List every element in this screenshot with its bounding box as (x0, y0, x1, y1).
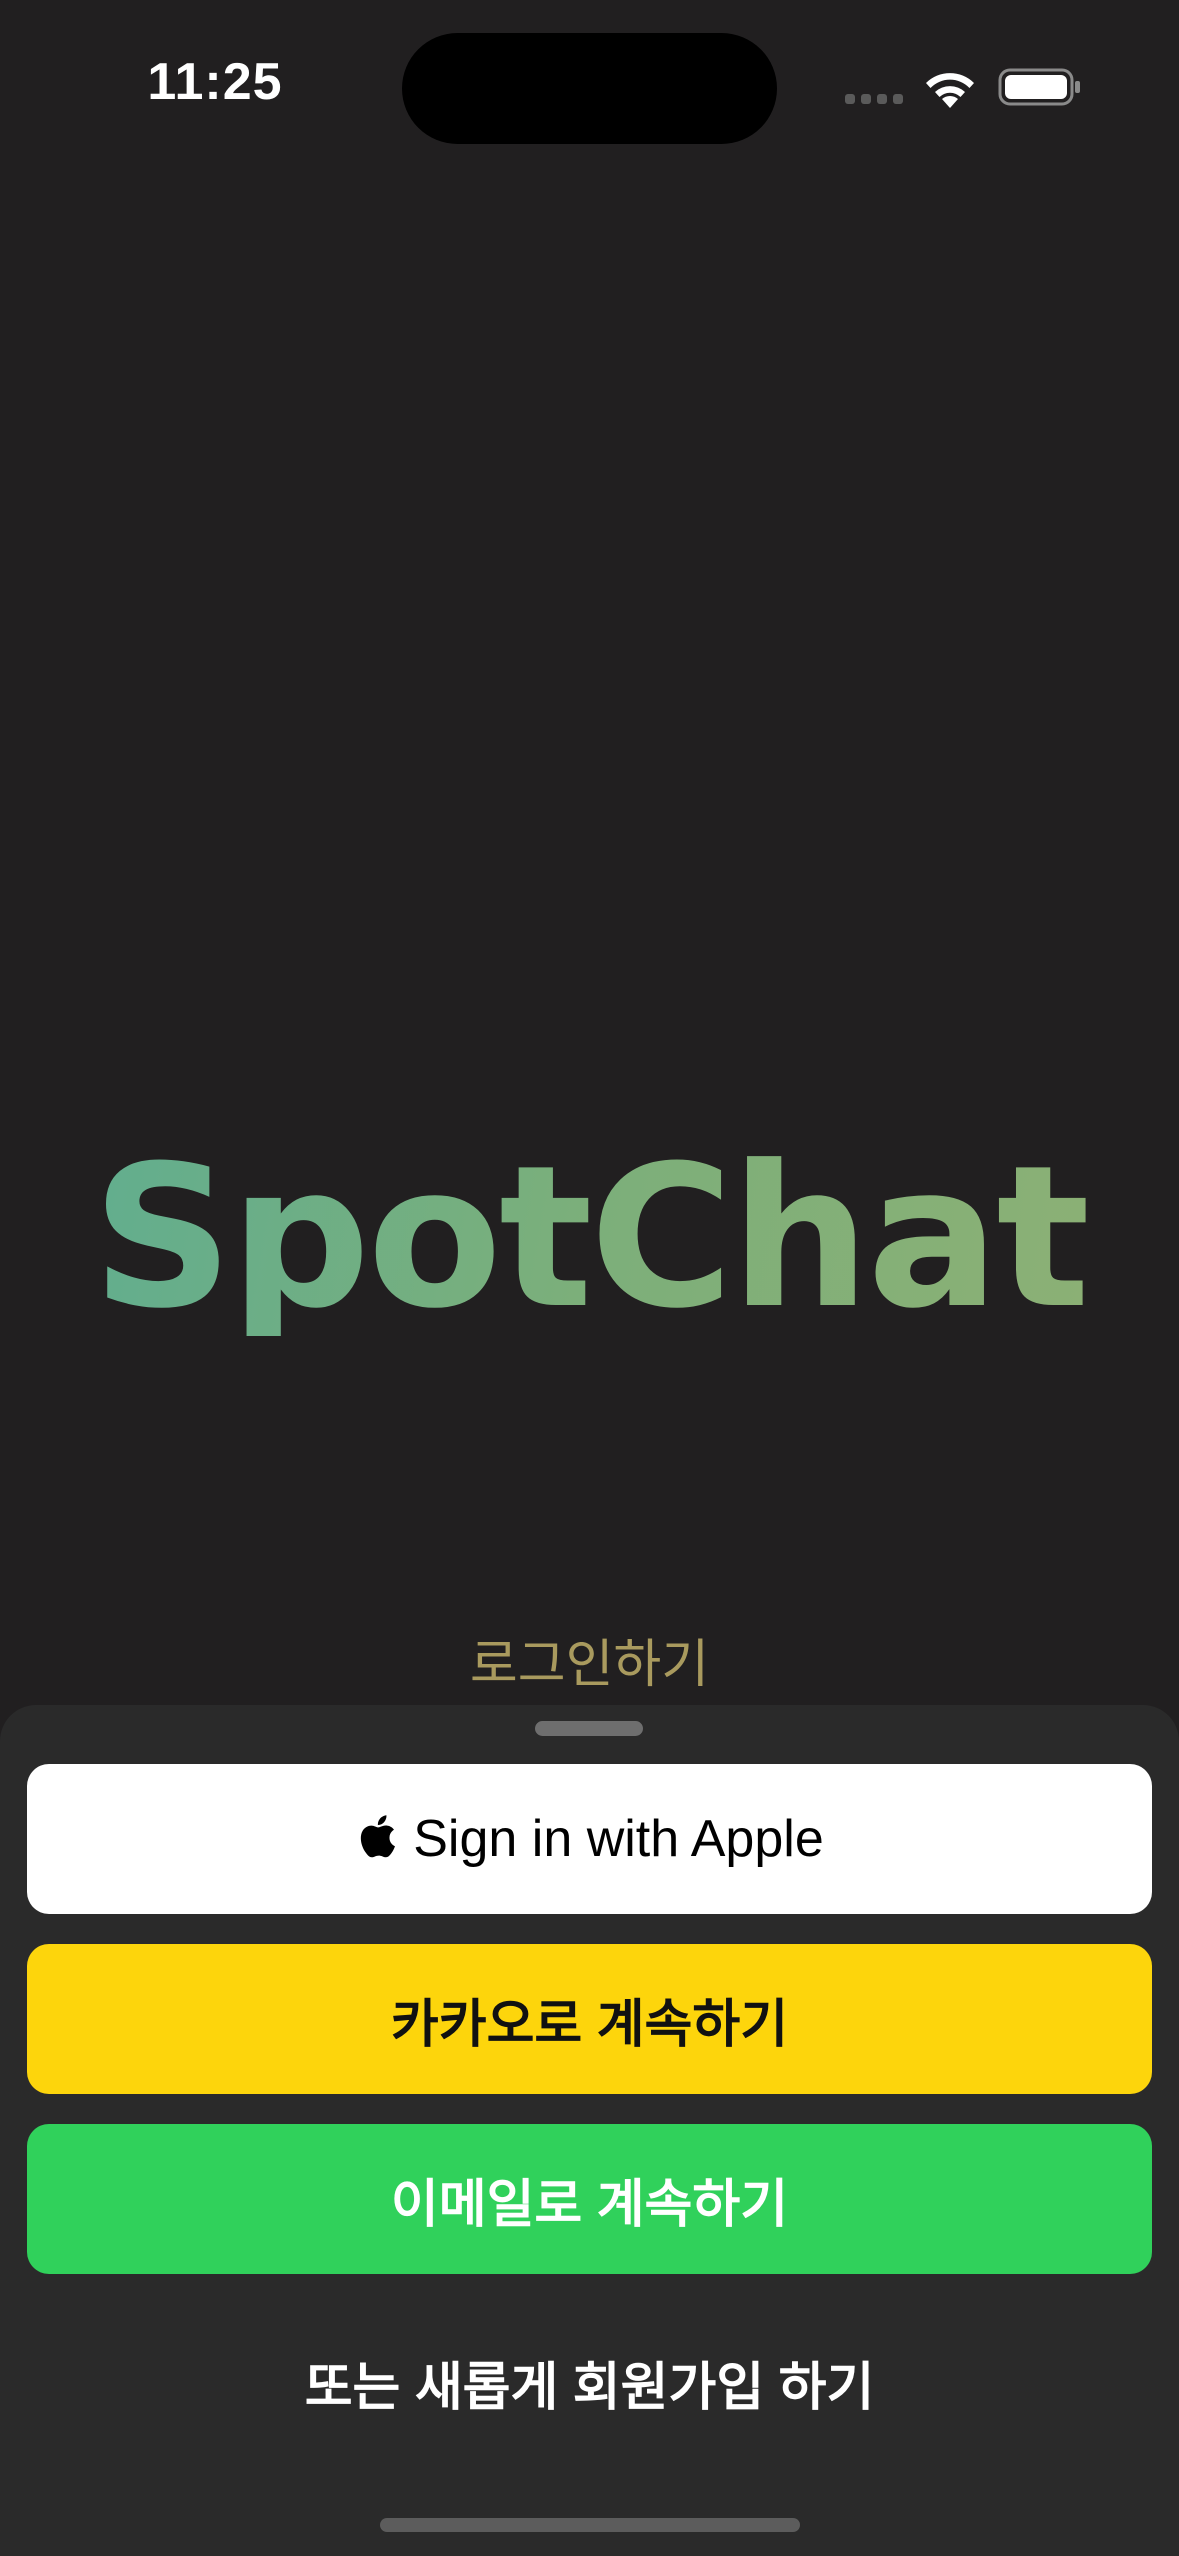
wifi-icon (926, 73, 974, 108)
email-continue-button[interactable]: 이메일로 계속하기 (27, 2124, 1152, 2274)
status-bar: 11:25 (0, 0, 1179, 175)
sheet-grabber[interactable] (535, 1721, 643, 1736)
sign-in-with-apple-button[interactable]: Sign in with Apple (27, 1764, 1152, 1914)
signup-link[interactable]: 또는 새롭게 회원가입 하기 (0, 2345, 1179, 2420)
kakao-button-label: 카카오로 계속하기 (390, 1995, 789, 2054)
battery-icon (998, 68, 1080, 106)
apple-logo-icon (361, 1815, 396, 1858)
email-button-label: 이메일로 계속하기 (390, 2175, 789, 2234)
apple-button-label: Sign in with Apple (413, 1810, 824, 1868)
login-title: 로그인하기 (469, 1636, 710, 1694)
dynamic-island (402, 33, 777, 144)
app-logo: SpotChat (0, 1140, 1179, 1336)
login-bottom-sheet: Sign in with Apple 카카오로 계속하기 이메일로 계속하기 또… (0, 1705, 1179, 2556)
kakao-continue-button[interactable]: 카카오로 계속하기 (27, 1944, 1152, 2094)
home-indicator[interactable] (380, 2518, 800, 2532)
status-time: 11:25 (147, 53, 283, 111)
cellular-signal-icon (845, 94, 907, 108)
